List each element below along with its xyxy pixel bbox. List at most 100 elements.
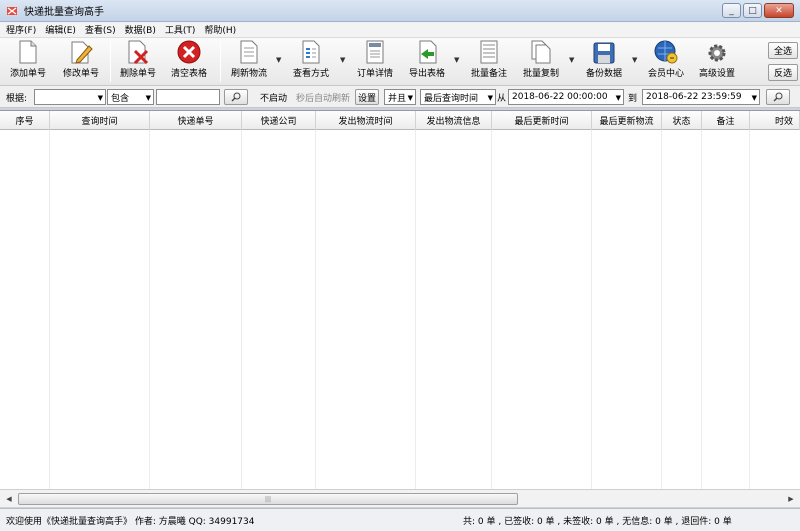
- advanced-settings-button[interactable]: 高级设置: [694, 41, 740, 83]
- logic-select[interactable]: 并且 ▼: [384, 89, 416, 105]
- minimize-button[interactable]: _: [722, 3, 741, 18]
- calendar-dropdown-icon: ▼: [615, 94, 621, 102]
- maximize-button[interactable]: □: [743, 3, 762, 18]
- window-title: 快递批量查询高手: [24, 7, 104, 18]
- clear-icon: [177, 40, 201, 64]
- export-table-button[interactable]: 导出表格: [404, 40, 450, 83]
- column-header[interactable]: 最后更新时间: [492, 111, 592, 130]
- column-divider: [50, 130, 150, 489]
- menu-edit[interactable]: 编辑(E): [45, 23, 76, 36]
- select-all-button[interactable]: 全选: [768, 42, 798, 59]
- column-header[interactable]: 时效: [750, 111, 800, 130]
- status-bar: 欢迎使用《快递批量查询高手》 作者: 方晨曦 QQ: 34991734 共: 0…: [0, 508, 800, 531]
- refresh-logistics-button[interactable]: 刷新物流: [226, 40, 272, 83]
- gear-icon: [705, 41, 729, 64]
- backup-data-button[interactable]: 备份数据: [581, 41, 627, 83]
- copy-dropdown-arrow[interactable]: ▼: [569, 56, 574, 64]
- export-dropdown-arrow[interactable]: ▼: [454, 56, 459, 64]
- search-button[interactable]: [224, 89, 248, 105]
- invert-selection-button[interactable]: 反选: [768, 64, 798, 81]
- delete-number-button[interactable]: 删除单号: [116, 40, 160, 83]
- auto-refresh-status[interactable]: 不启动: [260, 89, 287, 105]
- delete-document-icon: [126, 40, 150, 64]
- calendar-dropdown-icon: ▼: [751, 94, 757, 102]
- list-view-icon: [299, 40, 323, 64]
- filter-by-label: 根据:: [6, 93, 28, 104]
- toolbar-separator: [220, 42, 221, 82]
- match-mode-select[interactable]: 包含 ▼: [107, 89, 154, 105]
- chevron-down-icon: ▼: [97, 94, 103, 102]
- menu-bar: 程序(F) 编辑(E) 查看(S) 数据(B) 工具(T) 帮助(H): [0, 22, 800, 38]
- toolbar: 添加单号 修改单号 删除单号 清空表格 刷新物流 ▼ 查看方式 ▼ 订单详情 导…: [0, 38, 800, 86]
- filter-bar: 根据: ▼ 包含 ▼ 不启动 秒后自动刷新 设置 并且 ▼ 最后查询时间 ▼ 从 20…: [0, 86, 800, 108]
- chevron-down-icon: ▼: [407, 94, 413, 102]
- view-mode-button[interactable]: 查看方式: [288, 40, 334, 83]
- menu-help[interactable]: 帮助(H): [204, 23, 236, 36]
- export-icon: [415, 40, 439, 64]
- detail-document-icon: [363, 40, 387, 64]
- backup-dropdown-arrow[interactable]: ▼: [632, 56, 637, 64]
- settings-button[interactable]: 设置: [355, 89, 379, 105]
- column-header[interactable]: 最后更新物流: [592, 111, 662, 130]
- member-center-button[interactable]: 会员中心: [643, 40, 689, 83]
- date-search-button[interactable]: [766, 89, 790, 105]
- search-icon: [231, 92, 241, 102]
- scroll-thumb[interactable]: |||: [18, 493, 518, 505]
- menu-view[interactable]: 查看(S): [85, 23, 116, 36]
- column-header[interactable]: 查询时间: [50, 111, 150, 130]
- new-document-icon: [16, 40, 40, 64]
- column-divider: [416, 130, 492, 489]
- column-header[interactable]: 快递公司: [242, 111, 316, 130]
- from-label: 从: [497, 93, 507, 104]
- results-table[interactable]: 序号 查询时间 快递单号 快递公司 发出物流时间 发出物流信息 最后更新时间 最…: [0, 110, 800, 489]
- refresh-document-icon: [237, 40, 261, 64]
- edit-pencil-icon: [69, 40, 93, 64]
- close-button[interactable]: ✕: [764, 3, 794, 18]
- member-globe-icon: [654, 40, 678, 64]
- column-divider: [242, 130, 316, 489]
- column-header[interactable]: 备注: [702, 111, 750, 130]
- filter-field-select[interactable]: ▼: [34, 89, 106, 105]
- welcome-text: 欢迎使用《快递批量查询高手》 作者: 方晨曦 QQ: 34991734: [6, 517, 255, 527]
- title-bar: 快递批量查询高手 _ □ ✕: [0, 0, 800, 22]
- column-header[interactable]: 快递单号: [150, 111, 242, 130]
- add-number-button[interactable]: 添加单号: [6, 40, 50, 83]
- column-divider: [702, 130, 750, 489]
- horizontal-scrollbar[interactable]: ◀ ||| ▶: [0, 489, 800, 507]
- keyword-input[interactable]: [156, 89, 220, 105]
- column-divider: [492, 130, 592, 489]
- time-field-select[interactable]: 最后查询时间 ▼: [420, 89, 496, 105]
- search-icon: [773, 92, 783, 102]
- date-to-picker[interactable]: 2018-06-22 23:59:59 ▼: [642, 89, 760, 105]
- column-header[interactable]: 状态: [662, 111, 702, 130]
- date-from-picker[interactable]: 2018-06-22 00:00:00 ▼: [508, 89, 624, 105]
- menu-program[interactable]: 程序(F): [6, 23, 36, 36]
- column-divider: [316, 130, 416, 489]
- auto-refresh-hint: 秒后自动刷新: [296, 93, 351, 104]
- view-mode-dropdown-arrow[interactable]: ▼: [340, 56, 345, 64]
- column-header[interactable]: 发出物流信息: [416, 111, 492, 130]
- column-divider: [0, 130, 50, 489]
- menu-data[interactable]: 数据(B): [125, 23, 156, 36]
- copy-icon: [529, 40, 553, 64]
- batch-note-button[interactable]: 批量备注: [466, 40, 512, 83]
- column-header[interactable]: 发出物流时间: [316, 111, 416, 130]
- note-icon: [477, 40, 501, 64]
- chevron-down-icon: ▼: [487, 94, 493, 102]
- scroll-right-icon[interactable]: ▶: [784, 493, 798, 505]
- order-detail-button[interactable]: 订单详情: [352, 40, 398, 83]
- refresh-dropdown-arrow[interactable]: ▼: [276, 56, 281, 64]
- scroll-left-icon[interactable]: ◀: [2, 493, 16, 505]
- batch-copy-button[interactable]: 批量复制: [518, 40, 564, 83]
- menu-tools[interactable]: 工具(T): [165, 23, 196, 36]
- floppy-disk-icon: [592, 41, 616, 64]
- table-header: 序号 查询时间 快递单号 快递公司 发出物流时间 发出物流信息 最后更新时间 最…: [0, 111, 800, 130]
- clear-table-button[interactable]: 清空表格: [166, 40, 212, 83]
- order-counts: 共: 0 单 , 已签收: 0 单 , 未签收: 0 单 , 无信息: 0 单 …: [463, 517, 732, 527]
- toolbar-separator: [110, 42, 111, 82]
- column-header[interactable]: 序号: [0, 111, 50, 130]
- column-divider: [150, 130, 242, 489]
- edit-number-button[interactable]: 修改单号: [58, 41, 104, 83]
- to-label: 到: [628, 93, 638, 104]
- column-divider: [662, 130, 702, 489]
